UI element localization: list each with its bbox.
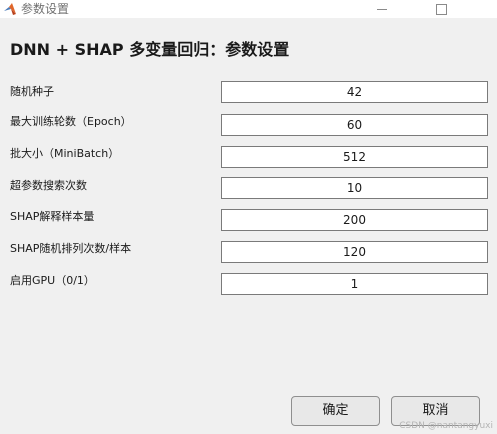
maximize-icon — [435, 3, 447, 15]
window-title: 参数设置 — [21, 2, 70, 16]
enable-gpu-field[interactable]: 1 — [221, 273, 488, 295]
ok-button[interactable]: 确定 — [291, 396, 380, 426]
hyperparam-search-count-field[interactable]: 10 — [221, 177, 488, 199]
random-seed-field[interactable]: 42 — [221, 81, 488, 103]
watermark: CSDN @nantangyuxi — [399, 421, 493, 431]
label-enable-gpu: 启用GPU（0/1） — [10, 274, 95, 287]
matlab-logo-icon — [4, 3, 16, 15]
minimize-icon — [377, 8, 387, 10]
label-shap-sample-size: SHAP解释样本量 — [10, 210, 95, 223]
title-bar: 参数设置 — [0, 0, 497, 18]
dialog-heading: DNN + SHAP 多变量回归：参数设置 — [10, 40, 290, 59]
maximize-button[interactable] — [418, 0, 464, 18]
label-random-seed: 随机种子 — [10, 85, 54, 98]
label-shap-permutations: SHAP随机排列次数/样本 — [10, 242, 132, 255]
label-minibatch-size: 批大小（MiniBatch） — [10, 147, 120, 160]
label-max-epochs: 最大训练轮数（Epoch） — [10, 115, 132, 128]
shap-permutations-field[interactable]: 120 — [221, 241, 488, 263]
minimize-button[interactable] — [359, 0, 405, 18]
shap-sample-size-field[interactable]: 200 — [221, 209, 488, 231]
max-epochs-field[interactable]: 60 — [221, 114, 488, 136]
minibatch-size-field[interactable]: 512 — [221, 146, 488, 168]
label-hyperparam-search-count: 超参数搜索次数 — [10, 179, 87, 192]
